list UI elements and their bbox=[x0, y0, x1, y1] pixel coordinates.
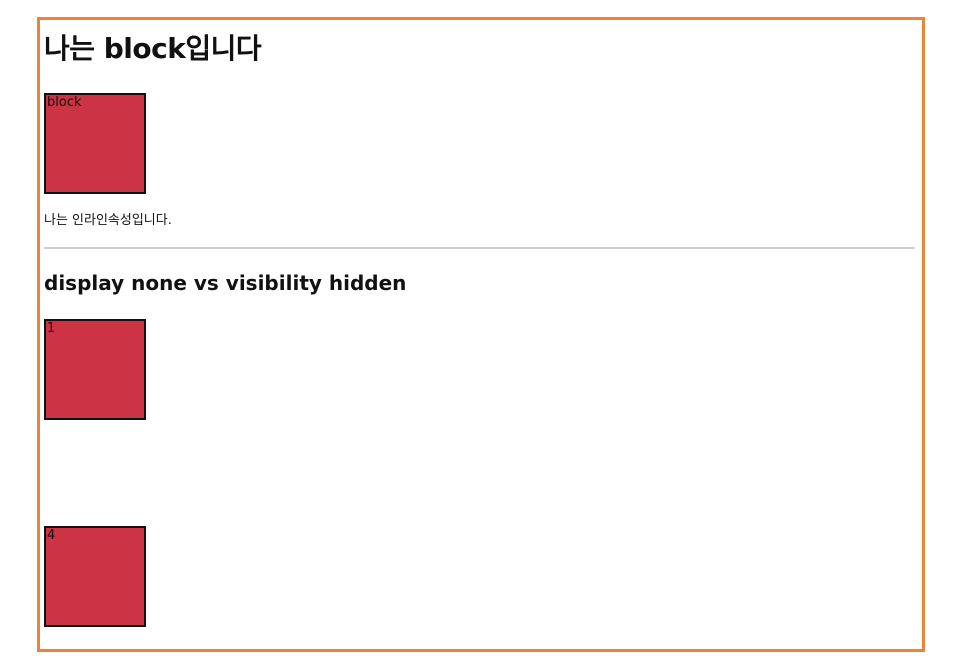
page-title: 나는 block입니다 bbox=[44, 32, 262, 65]
section-title: display none vs visibility hidden bbox=[44, 271, 407, 295]
divider bbox=[44, 247, 915, 249]
box-1-label: 1 bbox=[47, 321, 56, 336]
block-box: block bbox=[44, 93, 146, 194]
box-4-label: 4 bbox=[47, 528, 56, 543]
block-box-label: block bbox=[47, 95, 82, 110]
box-1: 1 bbox=[44, 319, 146, 420]
inline-text: 나는 인라인속성입니다. bbox=[44, 213, 172, 228]
page-frame bbox=[37, 17, 925, 652]
box-4: 4 bbox=[44, 526, 146, 627]
